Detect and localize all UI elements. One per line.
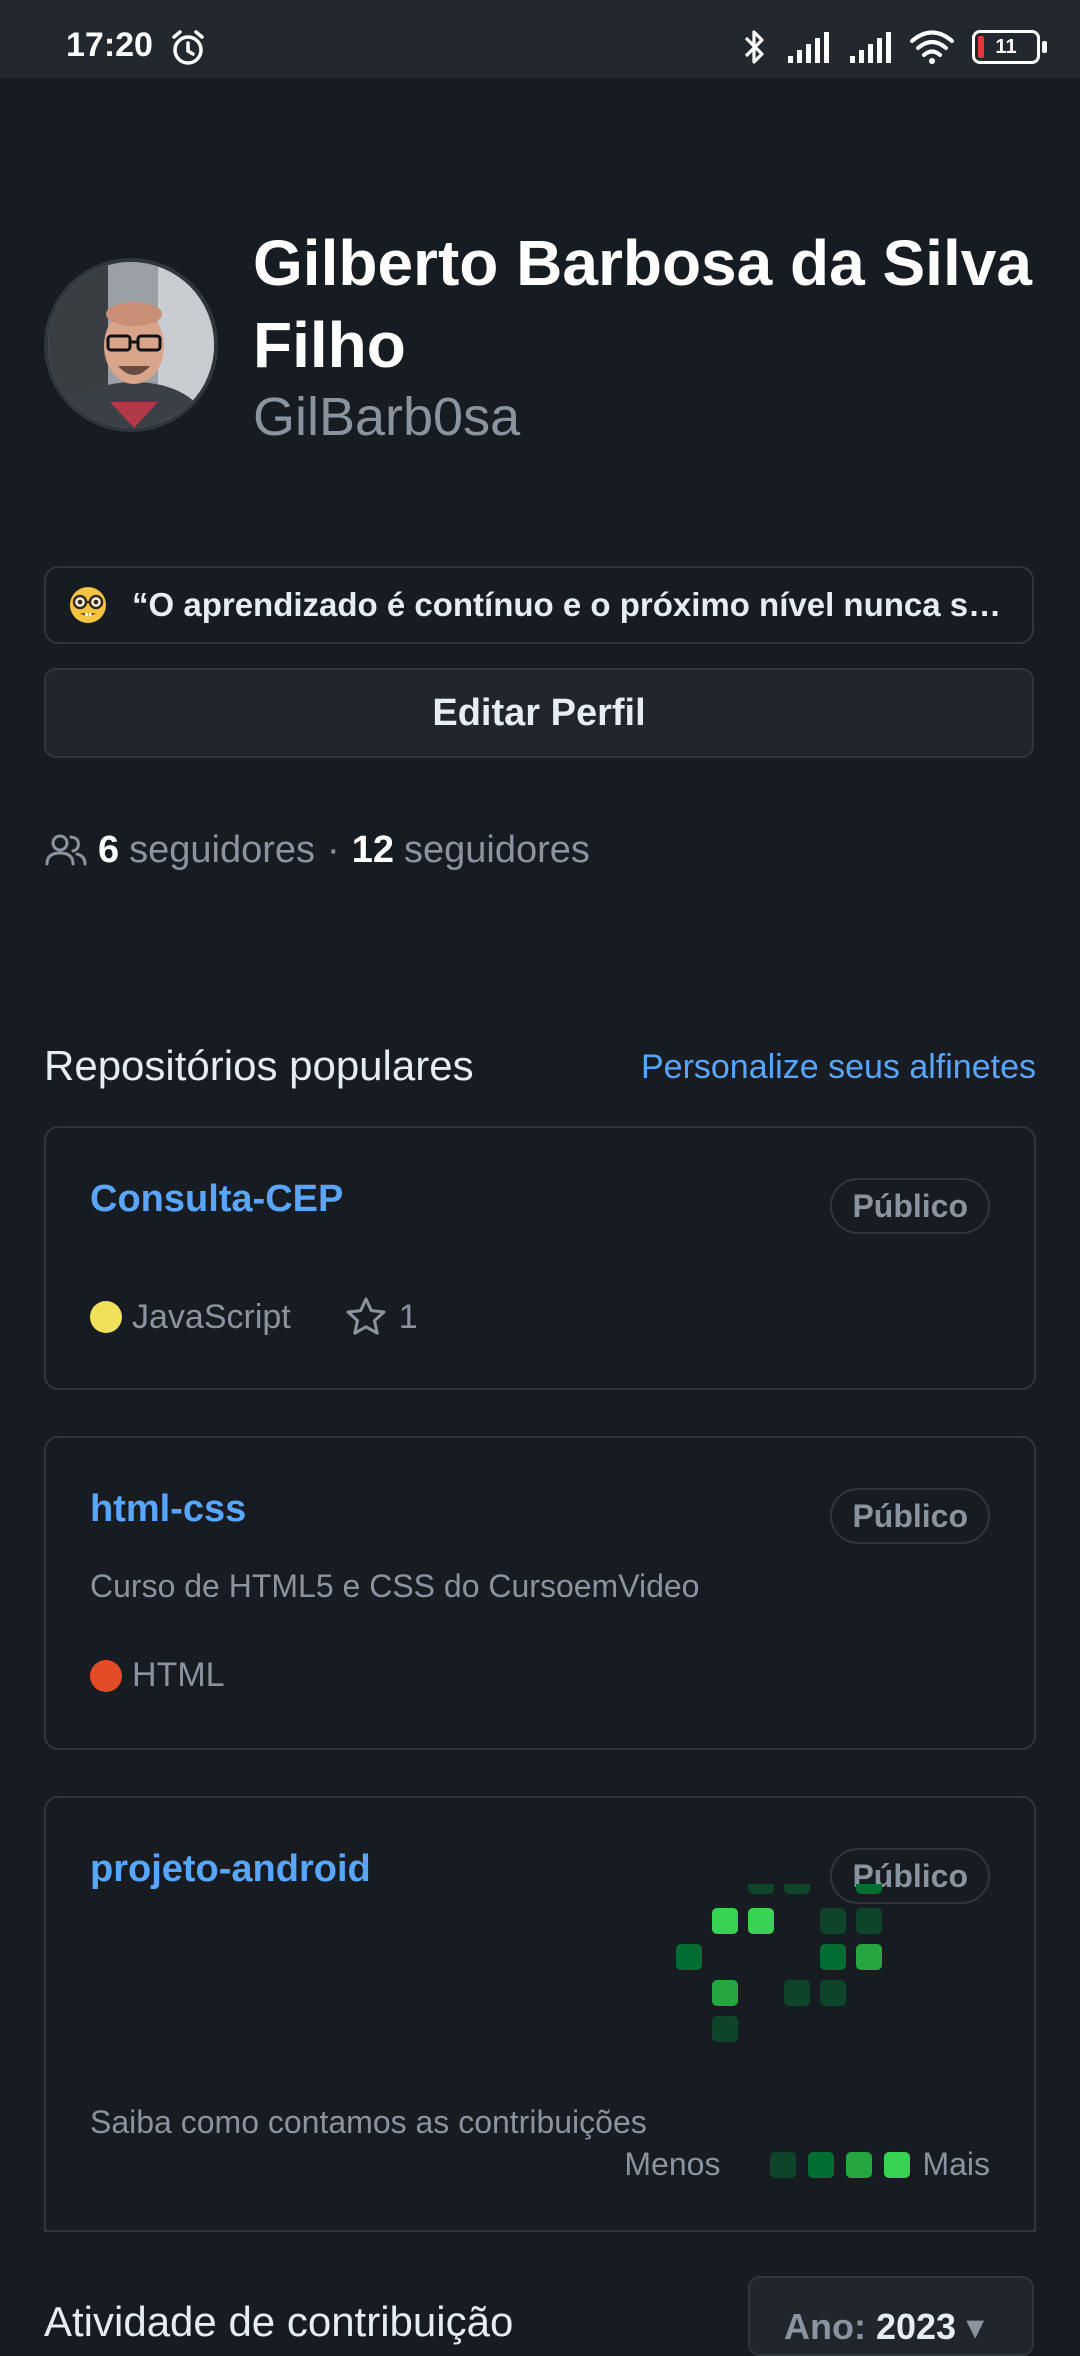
battery-indicator: 11 (972, 30, 1047, 64)
contribution-cell[interactable] (856, 1908, 882, 1934)
legend-level-4 (884, 2151, 911, 2178)
repo-description: Curso de HTML5 e CSS do CursoemVideo (90, 1568, 700, 1604)
contribution-cell[interactable] (676, 1944, 702, 1970)
repo-language: JavaScript (132, 1297, 291, 1336)
language-color-dot (90, 1659, 122, 1692)
language-color-dot (90, 1301, 122, 1333)
contribution-cell[interactable] (748, 1908, 774, 1934)
repo-name[interactable]: projeto-android (90, 1848, 371, 1891)
contribution-graph (638, 1884, 898, 2054)
legend-more-label: Mais (922, 2146, 990, 2182)
status-bar: 17:20 11 (0, 0, 1080, 78)
contribution-cell[interactable] (712, 1980, 738, 2006)
separator-dot: · (327, 828, 340, 871)
profile-status[interactable]: “O aprendizado é contínuo e o próximo ní… (44, 566, 1034, 644)
repo-language: HTML (132, 1656, 225, 1694)
contribution-cell[interactable] (748, 1884, 774, 1894)
legend-level-1 (770, 2151, 797, 2178)
contribution-cell[interactable] (784, 1980, 810, 2006)
edit-profile-button[interactable]: Editar Perfil (44, 668, 1034, 758)
repo-stars: 1 (398, 1297, 418, 1336)
contribution-cell[interactable] (712, 1908, 738, 1934)
contribution-cell[interactable] (820, 1944, 846, 1970)
star-icon (346, 1297, 386, 1335)
nerd-face-emoji-icon (70, 587, 106, 623)
legend-less-label: Menos (624, 2146, 721, 2182)
legend-level-2 (808, 2151, 835, 2178)
contribution-cell[interactable] (856, 1944, 882, 1970)
chevron-down-icon: ▾ (966, 2306, 985, 2347)
bluetooth-icon (744, 30, 764, 64)
wifi-icon (910, 30, 954, 64)
year-prefix: Ano: (784, 2306, 866, 2347)
signal-icon-2 (850, 32, 891, 63)
alarm-icon (172, 30, 204, 65)
contribution-legend: Menos Mais (624, 2146, 990, 2183)
visibility-badge: Público (830, 1178, 990, 1234)
activity-title: Atividade de contribuição (44, 2298, 514, 2345)
contribution-cell[interactable] (820, 1980, 846, 2006)
repo-name[interactable]: html-css (90, 1488, 246, 1531)
customize-pins-link[interactable]: Personalize seus alfinetes (641, 1048, 1036, 1087)
repo-card[interactable]: html-css Público Curso de HTML5 e CSS do… (44, 1436, 1036, 1750)
contribution-cell[interactable] (856, 1884, 882, 1894)
followers-label[interactable]: seguidores (129, 829, 315, 872)
battery-percent: 11 (995, 35, 1017, 58)
profile-username: GilBarb0sa (253, 387, 521, 447)
following-label[interactable]: seguidores (404, 829, 590, 872)
contribution-cell[interactable] (712, 2016, 738, 2042)
contribution-cell[interactable] (820, 1908, 846, 1934)
signal-icon (788, 32, 829, 63)
contribution-cell[interactable] (784, 1884, 810, 1894)
year-select[interactable]: Ano: 2023 ▾ (748, 2276, 1034, 2356)
people-icon (45, 834, 87, 866)
followers-count[interactable]: 6 (98, 829, 119, 872)
following-count[interactable]: 12 (352, 829, 394, 872)
avatar[interactable] (44, 258, 218, 432)
battery-level (978, 36, 984, 58)
legend-level-3 (846, 2151, 873, 2178)
repo-card[interactable]: projeto-android Público Saiba como conta… (44, 1796, 1036, 2232)
profile-name: Gilberto Barbosa da Silva Filho (253, 227, 1032, 381)
status-text: “O aprendizado é contínuo e o próximo ní… (132, 586, 1012, 623)
popular-repos-title: Repositórios populares (44, 1042, 474, 1089)
status-time: 17:20 (66, 26, 153, 64)
followers-row[interactable]: 6 seguidores · 12 seguidores (44, 828, 590, 872)
visibility-badge: Público (830, 1488, 990, 1544)
contributions-help-link[interactable]: Saiba como contamos as contribuições (90, 2104, 647, 2141)
repo-meta: HTML (90, 1656, 225, 1695)
repo-name[interactable]: Consulta-CEP (90, 1178, 343, 1221)
repo-card[interactable]: Consulta-CEP Público JavaScript 1 (44, 1126, 1036, 1390)
avatar-photo (48, 262, 214, 428)
repo-meta: JavaScript 1 (90, 1296, 418, 1338)
year-value: 2023 (875, 2306, 957, 2347)
